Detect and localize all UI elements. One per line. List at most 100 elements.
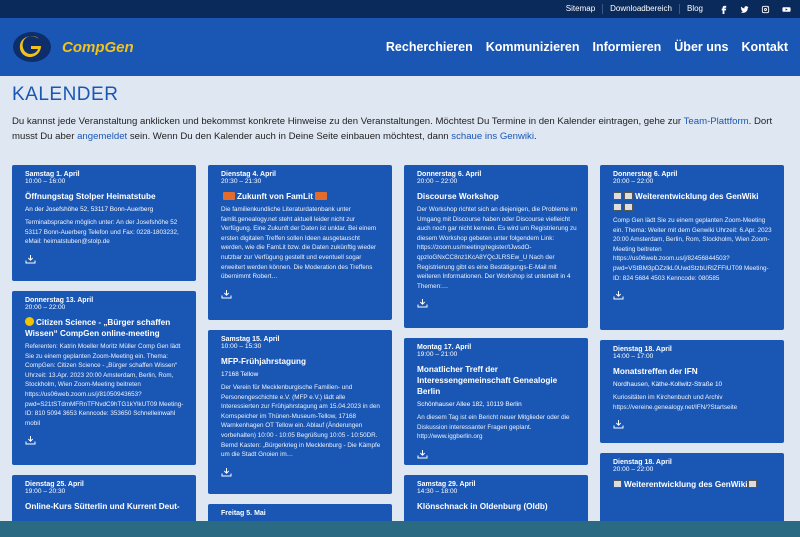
event-time: 20:30 – 21:30: [221, 178, 262, 185]
event-title: Online-Kurs Sütterlin und Kurrent Deut-: [25, 502, 180, 511]
top-utility-bar: Sitemap Downloadbereich Blog: [0, 0, 800, 18]
download-icon[interactable]: [613, 287, 624, 300]
event-date: Donnerstag 6. April: [417, 171, 482, 178]
event-date: Montag 17. April: [417, 344, 472, 351]
event-title-text: Citizen Science - „Bürger schaffen Wisse…: [25, 318, 171, 338]
event-title: Monatstreffen der IFN: [613, 367, 698, 376]
event-date: Dienstag 18. April: [613, 346, 672, 353]
downloadbereich-link[interactable]: Downloadbereich: [602, 4, 679, 14]
intro-part: sein. Wenn Du den Kalender auch in Deine…: [127, 131, 452, 142]
event-description: Der Verein für Mecklenburgische Familien…: [221, 384, 381, 459]
event-date: Donnerstag 6. April: [613, 171, 678, 178]
event-time: 20:00 – 22:00: [613, 466, 654, 473]
event-title: Öffnungstag Stolper Heimatstube: [25, 192, 156, 201]
computer-emoji-icon: [747, 480, 757, 488]
event-card[interactable]: Donnerstag 6. April 20:00 – 22:00 Weiter…: [600, 165, 784, 330]
sitemap-link[interactable]: Sitemap: [559, 4, 602, 14]
download-icon[interactable]: [613, 416, 624, 429]
event-description: Die familienkundliche Literaturdatenbank…: [221, 206, 377, 281]
genwiki-link[interactable]: schaue ins Genwiki: [451, 131, 534, 142]
event-title-text: Zukunft von FamLit: [237, 192, 313, 201]
computer-emoji-icon: [613, 480, 622, 488]
download-icon[interactable]: [417, 295, 428, 308]
angemeldet-link[interactable]: angemeldet: [77, 131, 127, 142]
download-icon[interactable]: [25, 251, 36, 264]
event-title: Weiterentwicklung des GenWiki: [613, 479, 775, 490]
download-icon[interactable]: [221, 286, 232, 299]
calendar-column: Samstag 1. April 10:00 – 16:00 Öffnungst…: [12, 165, 196, 537]
event-card[interactable]: Montag 17. April 19:00 – 21:00 Monatlich…: [404, 338, 588, 465]
event-title: MFP-Frühjahrstagung: [221, 357, 307, 366]
event-location: 17168 Tellow: [221, 371, 259, 378]
event-location: Schönhauser Allee 182, 10119 Berlin: [417, 401, 522, 408]
main-content: KALENDER Du kannst jede Veranstaltung an…: [0, 76, 800, 144]
event-card[interactable]: Dienstag 18. April 14:00 – 17:00 Monatst…: [600, 340, 784, 443]
event-card[interactable]: Samstag 15. April 10:00 – 15:30 MFP-Früh…: [208, 330, 392, 494]
event-description: Referenten: Katrin Moeller Moritz Müller…: [25, 343, 184, 427]
event-time: 20:00 – 22:00: [613, 178, 654, 185]
family-emoji-icon: [223, 192, 235, 200]
event-title: Klönschnack in Oldenburg (Oldb): [417, 502, 548, 511]
event-date: Samstag 15. April: [221, 336, 280, 343]
nav-ueber-uns[interactable]: Über uns: [674, 40, 728, 54]
event-description: Terminabsprache möglich unter: An der Jo…: [25, 219, 179, 246]
event-card[interactable]: Donnerstag 13. April 20:00 – 22:00 Citiz…: [12, 291, 196, 465]
event-card[interactable]: Donnerstag 6. April 20:00 – 22:00 Discou…: [404, 165, 588, 328]
intro-text: Du kannst jede Veranstaltung anklicken u…: [12, 114, 782, 144]
calendar-column: Donnerstag 6. April 20:00 – 22:00 Discou…: [404, 165, 588, 537]
computer-emoji-icon: [613, 203, 622, 211]
download-icon[interactable]: [221, 464, 232, 477]
compgen-logo[interactable]: CompGen: [12, 31, 134, 63]
youtube-icon[interactable]: [778, 2, 794, 16]
download-icon[interactable]: [25, 432, 36, 445]
main-nav: Recherchieren Kommunizieren Informieren …: [373, 40, 788, 54]
calendar-column: Donnerstag 6. April 20:00 – 22:00 Weiter…: [600, 165, 784, 533]
nav-kontakt[interactable]: Kontakt: [741, 40, 788, 54]
event-date: Donnerstag 13. April: [25, 297, 94, 304]
event-date: Dienstag 25. April: [25, 481, 84, 488]
intro-part: .: [533, 131, 537, 142]
twitter-icon[interactable]: [736, 2, 752, 16]
event-description: Der Workshop richtet sich an diejenigen,…: [417, 206, 578, 290]
event-location: An der Josefshöhe 52, 53117 Bonn-Auerber…: [25, 206, 154, 213]
event-title: Citizen Science - „Bürger schaffen Wisse…: [25, 317, 187, 339]
event-date: Freitag 5. Mai: [221, 510, 266, 517]
family-emoji-icon: [314, 192, 327, 200]
event-location: Nordhausen, Käthe-Kollwitz-Straße 10: [613, 381, 723, 388]
team-plattform-link[interactable]: Team-Plattform: [684, 116, 749, 127]
event-date: Dienstag 4. April: [221, 171, 276, 178]
page-title: KALENDER: [12, 84, 119, 105]
brand-name: CompGen: [62, 38, 134, 56]
facebook-icon[interactable]: [715, 2, 731, 16]
intro-part: Du kannst jede Veranstaltung anklicken u…: [12, 116, 684, 127]
event-description: Comp Gen lädt Sie zu einem geplanten Zoo…: [613, 217, 772, 282]
event-time: 19:00 – 21:00: [417, 351, 458, 358]
event-time: 10:00 – 16:00: [25, 178, 66, 185]
nav-informieren[interactable]: Informieren: [593, 40, 662, 54]
event-card[interactable]: Dienstag 18. April 20:00 – 22:00 Weitere…: [600, 453, 784, 523]
download-icon[interactable]: [417, 446, 428, 459]
emoji-icon: [25, 317, 34, 326]
event-card[interactable]: Dienstag 4. April 20:30 – 21:30 Zukunft …: [208, 165, 392, 320]
calendar-column: Dienstag 4. April 20:30 – 21:30 Zukunft …: [208, 165, 392, 537]
event-time: 20:00 – 22:00: [25, 304, 66, 311]
site-header: CompGen Recherchieren Kommunizieren Info…: [0, 18, 800, 76]
bottom-strip: [0, 521, 800, 537]
event-title: Zukunft von FamLit: [221, 191, 383, 202]
event-card[interactable]: Samstag 1. April 10:00 – 16:00 Öffnungst…: [12, 165, 196, 281]
event-description: An diesem Tag ist ein Bericht neuer Mitg…: [417, 414, 570, 441]
nav-kommunizieren[interactable]: Kommunizieren: [486, 40, 580, 54]
blog-link[interactable]: Blog: [678, 4, 710, 14]
event-description: Kuriositäten im Kirchenbuch und Archiv h…: [613, 394, 738, 411]
event-title: Weiterentwicklung des GenWiki: [613, 191, 775, 213]
event-title: Discourse Workshop: [417, 192, 499, 201]
event-time: 14:00 – 17:00: [613, 353, 654, 360]
compgen-logo-mark: [12, 31, 56, 63]
event-date: Samstag 1. April: [25, 171, 80, 178]
computer-emoji-icon: [613, 192, 622, 200]
event-date: Dienstag 18. April: [613, 459, 672, 466]
instagram-icon[interactable]: [757, 2, 773, 16]
event-time: 19:00 – 20:30: [25, 488, 66, 495]
nav-recherchieren[interactable]: Recherchieren: [386, 40, 473, 54]
event-time: 14:30 – 18:00: [417, 488, 458, 495]
